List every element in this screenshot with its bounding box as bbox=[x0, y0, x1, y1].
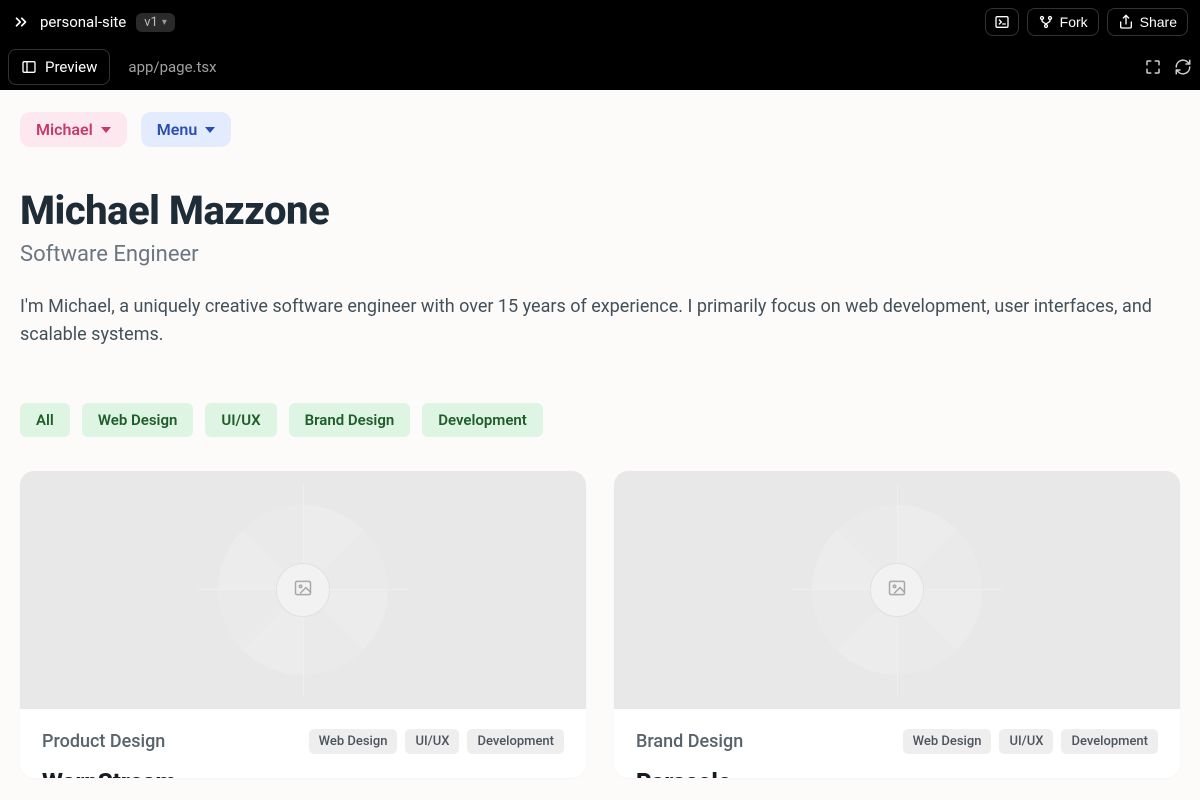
share-label: Share bbox=[1140, 14, 1177, 30]
page-title: Michael Mazzone bbox=[20, 187, 1180, 234]
card-image-placeholder bbox=[20, 471, 586, 709]
card-tags: Web Design UI/UX Development bbox=[309, 729, 564, 754]
card-tag: Web Design bbox=[309, 729, 398, 754]
tabs-right bbox=[1144, 58, 1192, 76]
bio-text: I'm Michael, a uniquely creative softwar… bbox=[20, 293, 1180, 349]
chevron-down-icon bbox=[205, 127, 215, 133]
project-name[interactable]: personal-site bbox=[40, 13, 126, 31]
preview-frame: Michael Menu Michael Mazzone Software En… bbox=[0, 90, 1200, 800]
panel-icon bbox=[21, 59, 37, 75]
refresh-icon[interactable] bbox=[1174, 58, 1192, 76]
card-tags: Web Design UI/UX Development bbox=[903, 729, 1158, 754]
filter-brand-design[interactable]: Brand Design bbox=[289, 403, 411, 437]
tabs-bar: Preview app/page.tsx bbox=[0, 44, 1200, 90]
filter-all[interactable]: All bbox=[20, 403, 70, 437]
card-tag: Web Design bbox=[903, 729, 992, 754]
filter-web-design[interactable]: Web Design bbox=[82, 403, 194, 437]
card-image-placeholder bbox=[614, 471, 1180, 709]
card-body: Brand Design Web Design UI/UX Developmen… bbox=[614, 709, 1180, 778]
page-subtitle: Software Engineer bbox=[20, 242, 1180, 267]
card-tag: UI/UX bbox=[999, 729, 1053, 754]
filter-ui-ux[interactable]: UI/UX bbox=[205, 403, 276, 437]
card-tag: Development bbox=[467, 729, 564, 754]
pill-michael[interactable]: Michael bbox=[20, 112, 127, 147]
tab-file[interactable]: app/page.tsx bbox=[116, 50, 228, 84]
pill-menu-label: Menu bbox=[157, 120, 197, 139]
fork-button[interactable]: Fork bbox=[1027, 8, 1099, 36]
image-placeholder-icon bbox=[887, 578, 907, 602]
chevrons-right-icon[interactable] bbox=[12, 13, 30, 31]
pill-michael-label: Michael bbox=[36, 120, 93, 139]
image-placeholder-icon bbox=[293, 578, 313, 602]
card-tag: UI/UX bbox=[405, 729, 459, 754]
cards-grid: Product Design Web Design UI/UX Developm… bbox=[0, 437, 1200, 778]
card-body: Product Design Web Design UI/UX Developm… bbox=[20, 709, 586, 778]
top-bar: personal-site v1 ▾ Fork Share bbox=[0, 0, 1200, 44]
fork-label: Fork bbox=[1060, 14, 1088, 30]
card-category: Brand Design bbox=[636, 731, 743, 752]
chevron-down-icon: ▾ bbox=[162, 17, 167, 28]
filter-row: All Web Design UI/UX Brand Design Develo… bbox=[0, 373, 1200, 437]
card-title: Parasole bbox=[636, 768, 1158, 778]
hero-section: Michael Mazzone Software Engineer I'm Mi… bbox=[0, 147, 1200, 373]
card-title: WarpStream bbox=[42, 768, 564, 778]
version-selector[interactable]: v1 ▾ bbox=[136, 13, 175, 32]
project-card[interactable]: Product Design Web Design UI/UX Developm… bbox=[20, 471, 586, 778]
top-bar-left: personal-site v1 ▾ bbox=[12, 13, 175, 32]
terminal-button[interactable] bbox=[985, 8, 1019, 36]
tab-preview-label: Preview bbox=[45, 58, 97, 76]
fullscreen-icon[interactable] bbox=[1144, 58, 1162, 76]
pill-menu[interactable]: Menu bbox=[141, 112, 231, 147]
tab-preview[interactable]: Preview bbox=[8, 49, 110, 85]
pill-row: Michael Menu bbox=[0, 90, 1200, 147]
card-tag: Development bbox=[1061, 729, 1158, 754]
tab-file-label: app/page.tsx bbox=[128, 58, 216, 76]
card-category: Product Design bbox=[42, 731, 165, 752]
version-label: v1 bbox=[144, 15, 158, 30]
project-card[interactable]: Brand Design Web Design UI/UX Developmen… bbox=[614, 471, 1180, 778]
share-button[interactable]: Share bbox=[1107, 8, 1188, 36]
top-bar-right: Fork Share bbox=[985, 8, 1188, 36]
chevron-down-icon bbox=[101, 127, 111, 133]
filter-development[interactable]: Development bbox=[422, 403, 543, 437]
